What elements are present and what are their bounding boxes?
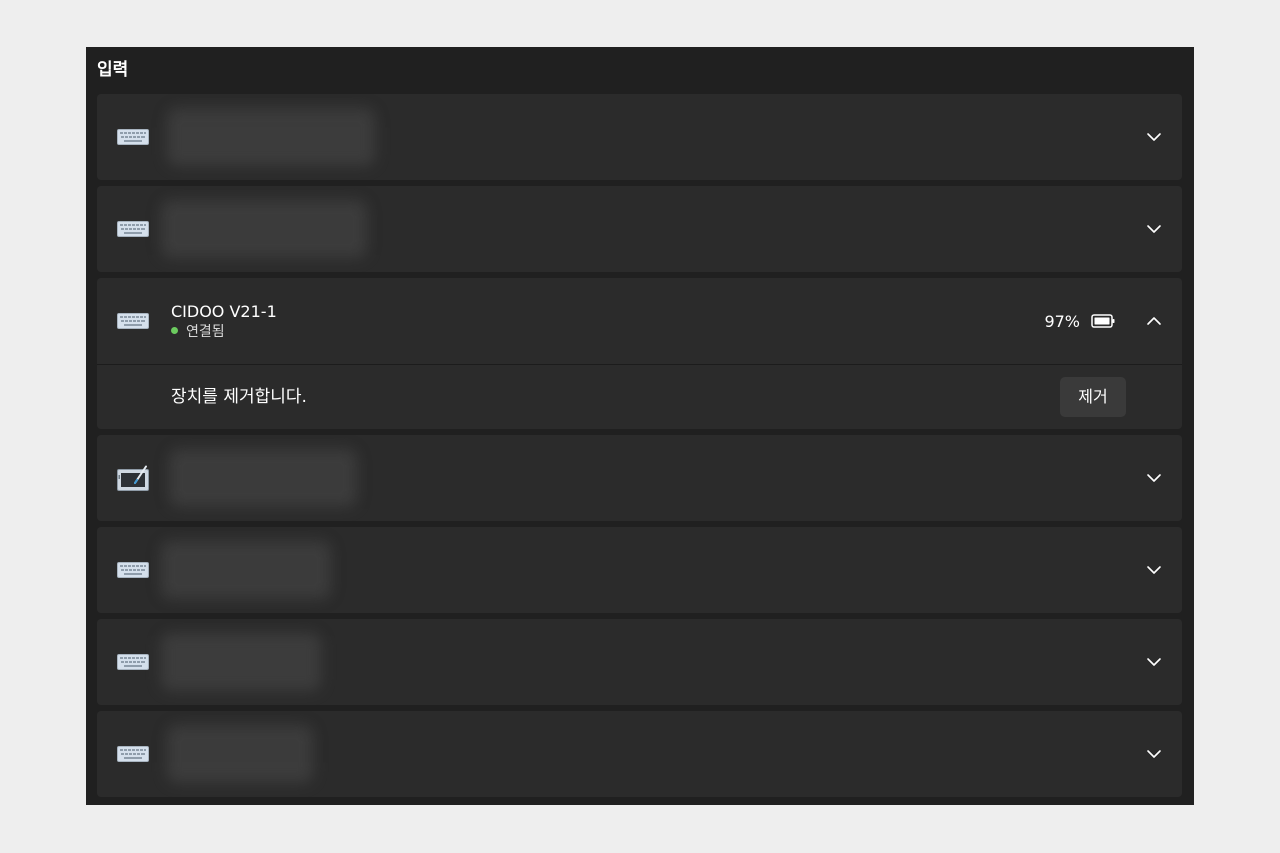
device-row-expanded[interactable]: CIDOO V21-1 연결됨 97% 장치를 제거합니다. 제거 — [97, 278, 1182, 429]
keyboard-icon — [117, 652, 149, 672]
device-name-redacted — [167, 725, 313, 783]
section-title: 입력 — [97, 60, 129, 80]
keyboard-icon — [117, 219, 149, 239]
device-row[interactable] — [97, 94, 1182, 180]
battery-level: 97% — [1044, 312, 1080, 331]
chevron-down-icon[interactable] — [1144, 652, 1164, 672]
device-name-redacted — [161, 633, 321, 691]
status-dot-icon — [171, 327, 178, 334]
connection-status-text: 연결됨 — [186, 324, 225, 340]
device-row-header[interactable] — [97, 186, 1182, 272]
connection-status: 연결됨 — [171, 323, 225, 341]
keyboard-icon — [117, 311, 149, 331]
device-row[interactable] — [97, 619, 1182, 705]
chevron-down-icon[interactable] — [1144, 744, 1164, 764]
device-name: CIDOO V21-1 — [171, 302, 277, 321]
chevron-down-icon[interactable] — [1144, 560, 1164, 580]
device-name-redacted — [161, 200, 367, 258]
device-row[interactable] — [97, 711, 1182, 797]
device-row-header[interactable] — [97, 435, 1182, 521]
keyboard-icon — [117, 127, 149, 147]
device-name-redacted — [161, 541, 331, 599]
device-row[interactable] — [97, 186, 1182, 272]
chevron-up-icon[interactable] — [1144, 311, 1164, 331]
chevron-down-icon[interactable] — [1144, 127, 1164, 147]
device-row-header[interactable] — [97, 619, 1182, 705]
battery-icon — [1091, 312, 1116, 330]
device-row-header[interactable] — [97, 94, 1182, 180]
device-name-redacted — [167, 108, 375, 166]
chevron-down-icon[interactable] — [1144, 468, 1164, 488]
pen-tablet-icon — [117, 465, 149, 491]
device-row-header[interactable] — [97, 527, 1182, 613]
keyboard-icon — [117, 560, 149, 580]
device-name-redacted — [169, 449, 357, 507]
device-row-header[interactable] — [97, 711, 1182, 797]
keyboard-icon — [117, 744, 149, 764]
remove-device-description: 장치를 제거합니다. — [171, 387, 307, 407]
device-row[interactable] — [97, 527, 1182, 613]
settings-panel: 입력 CIDOO V21-1 연결됨 97% 장치를 제거합니다. 제거 — [86, 47, 1194, 805]
chevron-down-icon[interactable] — [1144, 219, 1164, 239]
remove-button[interactable]: 제거 — [1060, 377, 1126, 417]
device-row[interactable] — [97, 435, 1182, 521]
remove-device-section: 장치를 제거합니다. 제거 — [97, 365, 1182, 429]
device-row-header[interactable]: CIDOO V21-1 연결됨 97% — [97, 278, 1182, 364]
